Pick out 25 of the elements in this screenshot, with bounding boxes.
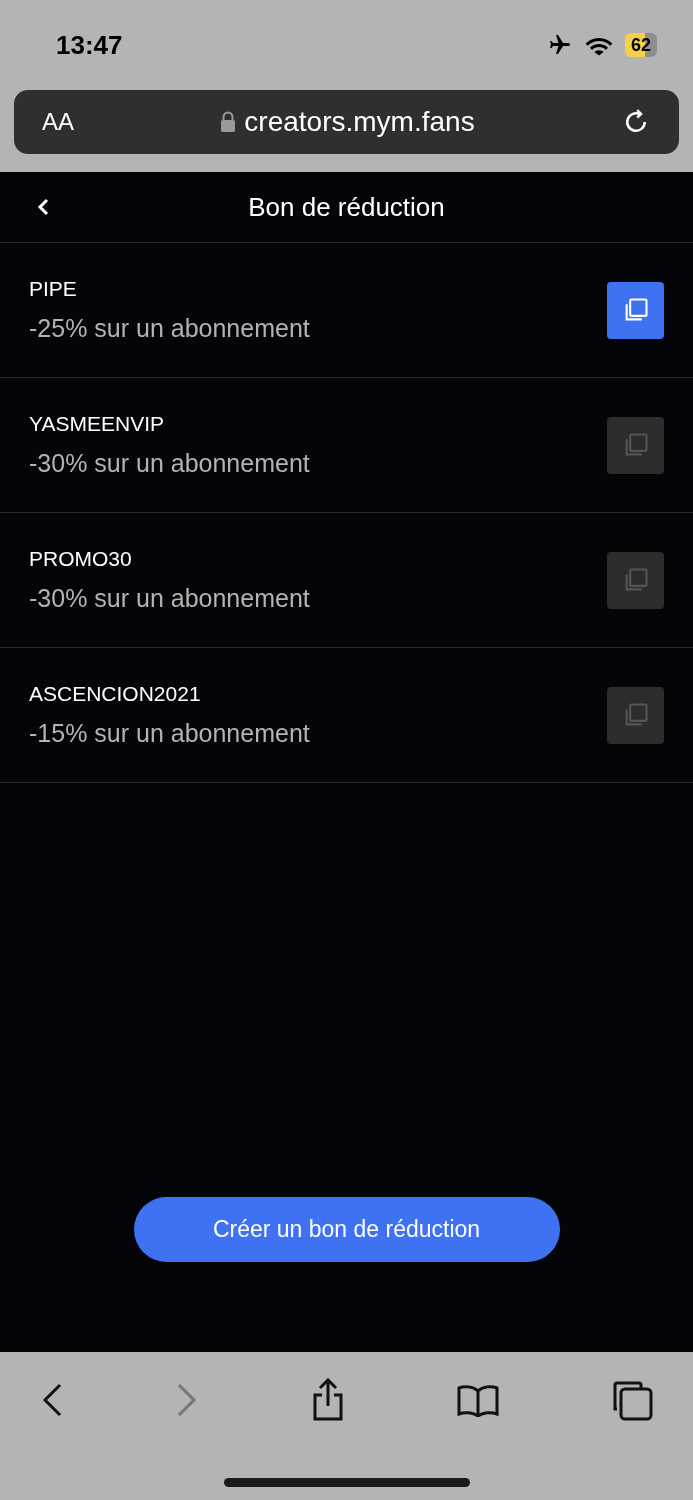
- coupon-code: ASCENCION2021: [29, 680, 202, 707]
- copy-button[interactable]: [607, 281, 664, 339]
- coupon-row[interactable]: YASMEENVIP -30% sur un abonnement: [0, 378, 693, 513]
- coupon-description: -30% sur un abonnement: [29, 583, 311, 614]
- address-bar[interactable]: AA creators.mym.fans: [14, 90, 679, 154]
- coupon-description: -30% sur un abonnement: [29, 448, 311, 479]
- create-coupon-button[interactable]: Créer un bon de réduction: [133, 1197, 560, 1262]
- text-size-button[interactable]: AA: [42, 104, 74, 140]
- coupon-row[interactable]: ASCENCION2021 -15% sur un abonnement: [0, 648, 693, 783]
- coupon-code: PIPE: [29, 275, 78, 302]
- book-icon[interactable]: [456, 1383, 501, 1417]
- tabs-icon[interactable]: [611, 1379, 653, 1421]
- coupon-description: -25% sur un abonnement: [29, 313, 311, 344]
- url-text: creators.mym.fans: [244, 105, 475, 139]
- battery-indicator: 62: [624, 33, 657, 57]
- lock-icon: [220, 111, 237, 133]
- coupon-row[interactable]: PROMO30 -30% sur un abonnement: [0, 513, 693, 648]
- page-title: Bon de réduction: [247, 190, 446, 224]
- back-icon[interactable]: [36, 197, 50, 217]
- back-icon[interactable]: [40, 1382, 64, 1418]
- coupon-row[interactable]: PIPE -25% sur un abonnement: [0, 243, 693, 378]
- coupon-description: -15% sur un abonnement: [29, 718, 311, 749]
- coupon-code: YASMEENVIP: [29, 410, 165, 437]
- coupon-code: PROMO30: [29, 545, 133, 572]
- clock: 13:47: [56, 28, 123, 62]
